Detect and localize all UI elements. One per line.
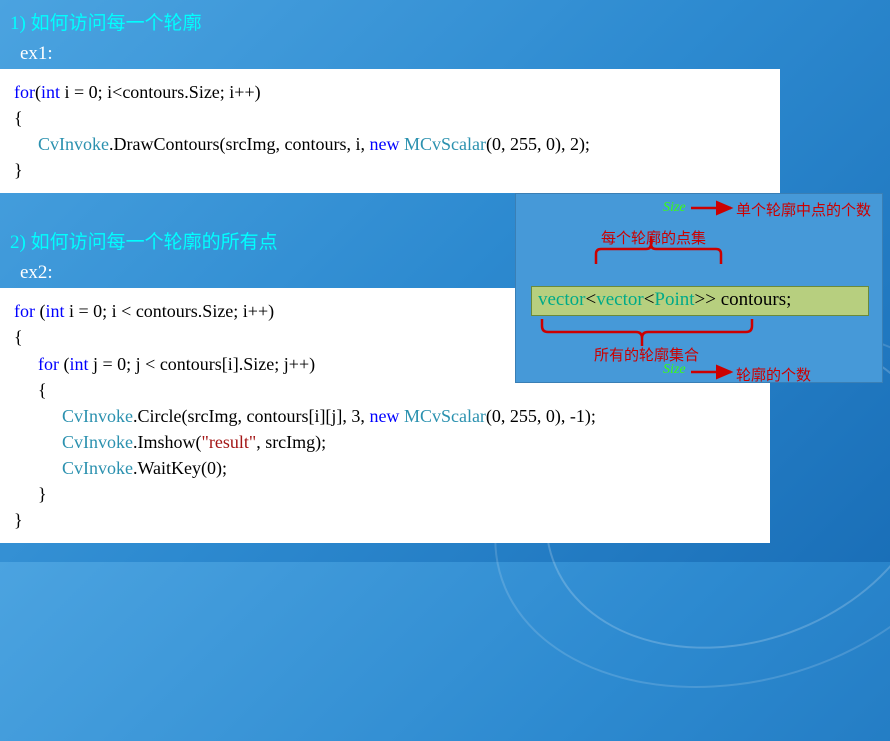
code-text: (	[59, 354, 70, 374]
diagram-size-bottom: Size	[663, 362, 686, 378]
diagram-annot-contour-count: 轮廓的个数	[736, 364, 811, 385]
diagram-point: Point	[654, 289, 694, 310]
type-mcvscalar: MCvScalar	[399, 134, 485, 154]
brace: }	[14, 481, 756, 507]
diagram-contours: contours;	[716, 289, 791, 310]
type-cvinvoke: CvInvoke	[38, 134, 109, 154]
code-block-1: for(int i = 0; i<contours.Size; i++) { C…	[0, 69, 780, 193]
diagram-gtgt: >>	[695, 289, 716, 310]
code-text: (	[35, 301, 46, 321]
code-text: i = 0; i < contours.Size; i++)	[65, 301, 275, 321]
diagram-lt2: <	[644, 289, 655, 310]
keyword-for: for	[14, 82, 35, 102]
type-cvinvoke: CvInvoke	[62, 458, 133, 478]
keyword-int: int	[70, 354, 89, 374]
keyword-int: int	[41, 82, 60, 102]
keyword-for: for	[14, 301, 35, 321]
code-text: j = 0; j < contours[i].Size; j++)	[89, 354, 316, 374]
string-literal: "result"	[202, 432, 257, 452]
diagram-vector1: vector	[538, 289, 585, 310]
keyword-new: new	[369, 406, 399, 426]
code-text: .DrawContours(srcImg, contours, i,	[109, 134, 369, 154]
diagram-panel: Size 单个轮廓中点的个数 每个轮廓的点集 vector<vector<Poi…	[515, 193, 883, 383]
diagram-size-top: Size	[663, 200, 686, 216]
diagram-vector2: vector	[596, 289, 643, 310]
type-mcvscalar: MCvScalar	[399, 406, 485, 426]
diagram-code-vector: vector<vector<Point>> contours;	[531, 286, 869, 316]
brace: }	[14, 157, 766, 183]
keyword-new: new	[369, 134, 399, 154]
brace: }	[14, 507, 756, 533]
type-cvinvoke: CvInvoke	[62, 406, 133, 426]
keyword-for: for	[38, 354, 59, 374]
code-text: (0, 255, 0), 2);	[486, 134, 590, 154]
code-text: i = 0; i<contours.Size; i++)	[60, 82, 261, 102]
brace: {	[14, 105, 766, 131]
code-text: .WaitKey(0);	[133, 458, 227, 478]
diagram-annot-pointset: 每个轮廓的点集	[601, 227, 706, 248]
heading-1: 1) 如何访问每一个轮廓	[0, 0, 890, 41]
diagram-annot-single-points: 单个轮廓中点的个数	[736, 199, 871, 220]
code-text: , srcImg);	[256, 432, 326, 452]
diagram-lt1: <	[585, 289, 596, 310]
type-cvinvoke: CvInvoke	[62, 432, 133, 452]
code-text: .Imshow(	[133, 432, 202, 452]
keyword-int: int	[46, 301, 65, 321]
code-text: .Circle(srcImg, contours[i][j], 3,	[133, 406, 369, 426]
code-text: (0, 255, 0), -1);	[486, 406, 596, 426]
example1-label: ex1:	[0, 41, 890, 69]
